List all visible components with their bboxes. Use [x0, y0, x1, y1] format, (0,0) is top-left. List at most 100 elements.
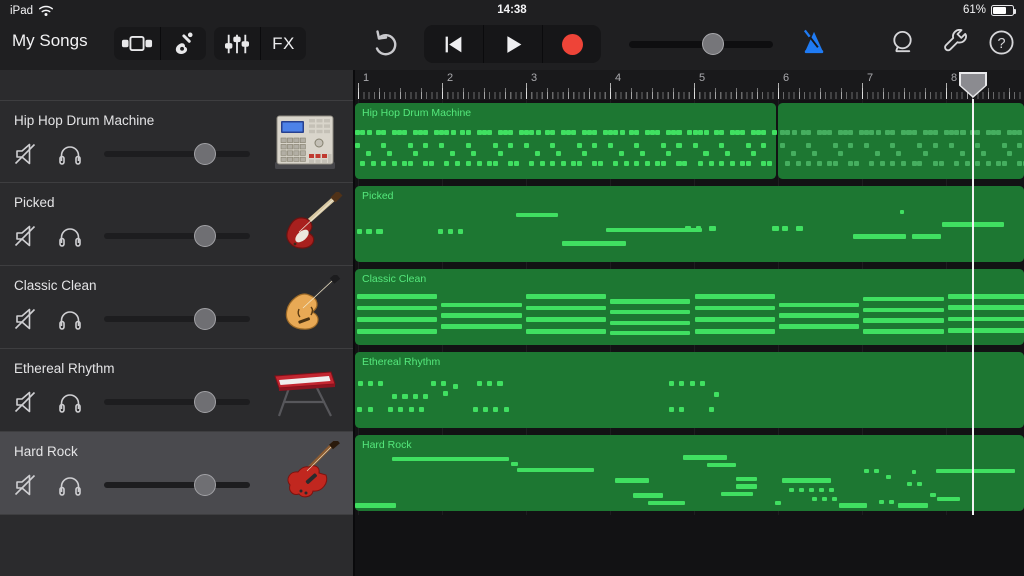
my-songs-button[interactable]: My Songs [12, 31, 88, 51]
help-button[interactable] [988, 29, 1015, 56]
midi-note [381, 143, 386, 148]
midi-note [676, 161, 681, 166]
midi-note [809, 488, 814, 492]
track-volume-slider[interactable] [104, 142, 250, 166]
midi-note [392, 394, 397, 399]
tracks-view-button[interactable] [114, 27, 160, 60]
midi-note [863, 329, 943, 334]
monitor-button[interactable] [57, 141, 83, 167]
monitor-button[interactable] [57, 389, 83, 415]
track-header-ethereal-rhythm[interactable]: Ethereal Rhythm [0, 349, 353, 432]
midi-note [854, 161, 859, 166]
midi-note [498, 151, 503, 156]
settings-button[interactable] [942, 29, 969, 56]
mute-button[interactable] [13, 306, 39, 332]
mute-button[interactable] [13, 141, 39, 167]
midi-note [357, 306, 437, 311]
track-volume-thumb[interactable] [194, 225, 216, 247]
midi-note [928, 130, 933, 135]
midi-note [441, 324, 521, 329]
region-hard-rock[interactable]: Hard Rock [355, 435, 1024, 511]
midi-note [775, 501, 781, 506]
instrument-view-button[interactable] [160, 27, 206, 60]
track-volume-slider[interactable] [104, 473, 250, 497]
track-volume-thumb[interactable] [194, 308, 216, 330]
midi-note [707, 463, 736, 468]
track-header-hard-rock[interactable]: Hard Rock [0, 432, 353, 515]
midi-note [645, 161, 650, 166]
midi-note [791, 151, 796, 156]
midi-note [360, 161, 365, 166]
midi-note [996, 130, 1001, 135]
garageband-app: iPad 14:38 61% My Songs [0, 0, 1024, 576]
midi-note [917, 161, 922, 166]
master-volume-thumb[interactable] [702, 33, 724, 55]
monitor-button[interactable] [57, 472, 83, 498]
midi-note [772, 130, 777, 135]
midi-note [441, 313, 521, 318]
track-header-classic-clean[interactable]: Classic Clean [0, 266, 353, 349]
fx-button[interactable]: FX [260, 27, 306, 60]
track-volume-slider[interactable] [104, 224, 250, 248]
midi-note [721, 492, 753, 497]
record-button[interactable] [542, 25, 601, 63]
midi-note [477, 130, 482, 135]
region-ethereal-rhythm[interactable]: Ethereal Rhythm [355, 352, 1024, 428]
track-header-picked[interactable]: Picked [0, 183, 353, 266]
track-header-hip-hop-drum-machine[interactable]: Hip Hop Drum Machine [0, 100, 353, 183]
midi-note [529, 130, 534, 135]
mute-button[interactable] [13, 389, 39, 415]
midi-note [508, 130, 513, 135]
midi-note [863, 297, 943, 302]
midi-note [561, 161, 566, 166]
midi-note [487, 381, 492, 386]
track-controls-button[interactable] [214, 27, 260, 60]
mute-button[interactable] [13, 223, 39, 249]
midi-note [357, 294, 437, 299]
midi-note [387, 151, 392, 156]
mute-button[interactable] [13, 472, 39, 498]
midi-note [948, 328, 1024, 333]
midi-note [863, 318, 943, 323]
midi-note [448, 229, 453, 234]
master-volume-slider[interactable] [629, 32, 773, 56]
midi-note [833, 161, 838, 166]
midi-note [526, 306, 606, 311]
midi-note [366, 151, 371, 156]
midi-note [413, 394, 418, 399]
midi-note [571, 161, 576, 166]
region-picked[interactable]: Picked [355, 186, 1024, 262]
region-hip-hop-drum-machine[interactable]: Hip Hop Drum Machine [355, 103, 776, 179]
headphones-icon [57, 306, 83, 332]
undo-button[interactable] [372, 29, 400, 57]
track-volume-thumb[interactable] [194, 474, 216, 496]
midi-note [930, 493, 937, 497]
midi-note [874, 469, 879, 473]
monitor-button[interactable] [57, 306, 83, 332]
midi-note [886, 475, 891, 479]
midi-note [357, 329, 437, 334]
go-to-beginning-button[interactable] [424, 25, 483, 63]
track-volume-thumb[interactable] [194, 143, 216, 165]
region-label: Classic Clean [362, 273, 426, 285]
midi-note [704, 130, 709, 135]
midi-note [817, 161, 822, 166]
monitor-button[interactable] [57, 223, 83, 249]
jazz-guitar-image [265, 275, 343, 339]
view-segmented-control [114, 27, 206, 60]
midi-note [848, 161, 853, 166]
midi-note [827, 130, 832, 135]
track-volume-thumb[interactable] [194, 391, 216, 413]
metronome-button[interactable] [801, 29, 828, 56]
ruler[interactable]: 12345678 [355, 70, 1024, 100]
loop-browser-button[interactable] [889, 29, 916, 56]
midi-note [493, 161, 498, 166]
midi-note [451, 130, 456, 135]
track-volume-slider[interactable] [104, 390, 250, 414]
track-volume-slider[interactable] [104, 307, 250, 331]
play-button[interactable] [483, 25, 542, 63]
midi-note [516, 213, 558, 218]
midi-note [355, 143, 360, 148]
region-hip-hop-drum-machine[interactable] [778, 103, 1024, 179]
midi-note [508, 143, 513, 148]
